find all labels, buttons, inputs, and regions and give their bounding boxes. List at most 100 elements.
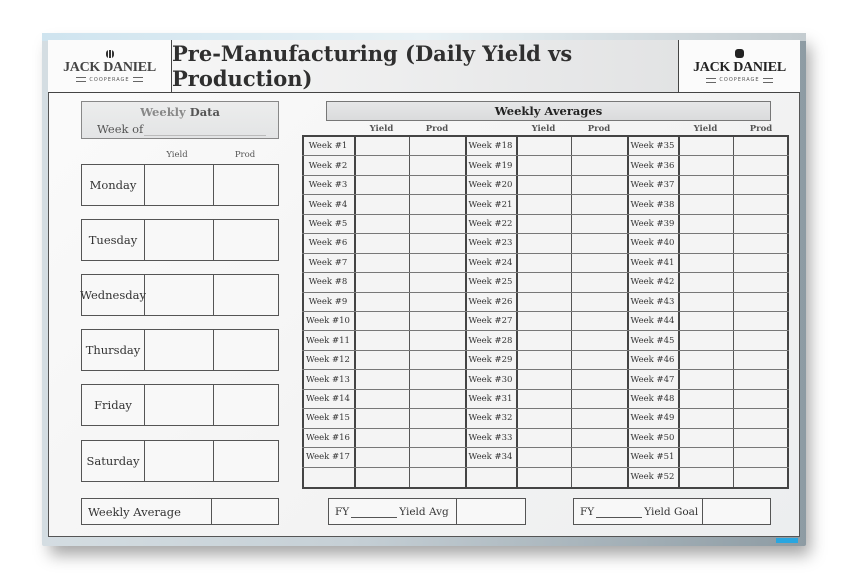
- week-prod-cell[interactable]: [571, 468, 627, 487]
- week-yield-cell[interactable]: [678, 448, 733, 468]
- week-yield-cell[interactable]: [516, 390, 571, 410]
- week-yield-cell[interactable]: [354, 293, 409, 312]
- week-prod-cell[interactable]: [409, 293, 465, 312]
- week-yield-cell[interactable]: [678, 390, 733, 410]
- day-prod-cell[interactable]: [214, 275, 278, 315]
- week-yield-cell[interactable]: [354, 137, 409, 157]
- week-prod-cell[interactable]: [733, 195, 789, 215]
- week-yield-cell[interactable]: [678, 195, 733, 215]
- week-yield-cell[interactable]: [678, 137, 733, 157]
- week-yield-cell[interactable]: [678, 156, 733, 176]
- week-yield-cell[interactable]: [678, 215, 733, 235]
- week-prod-cell[interactable]: [409, 254, 465, 274]
- week-prod-cell[interactable]: [409, 331, 465, 351]
- week-of-field[interactable]: [144, 135, 266, 136]
- week-yield-cell[interactable]: [678, 273, 733, 293]
- week-yield-cell[interactable]: [354, 176, 409, 196]
- week-yield-cell[interactable]: [516, 429, 571, 449]
- yield-avg-cell[interactable]: [457, 499, 525, 524]
- week-yield-cell[interactable]: [516, 156, 571, 176]
- week-yield-cell[interactable]: [354, 254, 409, 274]
- week-yield-cell[interactable]: [678, 409, 733, 429]
- week-yield-cell[interactable]: [516, 273, 571, 293]
- week-prod-cell[interactable]: [409, 390, 465, 410]
- week-yield-cell[interactable]: [678, 293, 733, 312]
- week-prod-cell[interactable]: [571, 429, 627, 449]
- week-prod-cell[interactable]: [733, 390, 789, 410]
- week-yield-cell[interactable]: [516, 331, 571, 351]
- week-prod-cell[interactable]: [571, 137, 627, 157]
- week-yield-cell[interactable]: [678, 312, 733, 332]
- week-prod-cell[interactable]: [571, 273, 627, 293]
- week-yield-cell[interactable]: [354, 215, 409, 235]
- week-yield-cell[interactable]: [354, 331, 409, 351]
- week-prod-cell[interactable]: [409, 195, 465, 215]
- fy-year-field[interactable]: [351, 506, 398, 518]
- week-prod-cell[interactable]: [571, 370, 627, 390]
- day-prod-cell[interactable]: [214, 165, 278, 205]
- week-yield-cell[interactable]: [354, 370, 409, 390]
- weekly-average-cell[interactable]: [212, 499, 278, 524]
- week-yield-cell[interactable]: [516, 448, 571, 468]
- week-prod-cell[interactable]: [571, 409, 627, 429]
- week-yield-cell[interactable]: [354, 468, 409, 487]
- week-prod-cell[interactable]: [409, 409, 465, 429]
- week-yield-cell[interactable]: [516, 370, 571, 390]
- day-prod-cell[interactable]: [214, 385, 278, 425]
- week-prod-cell[interactable]: [733, 468, 789, 487]
- week-prod-cell[interactable]: [733, 273, 789, 293]
- week-prod-cell[interactable]: [409, 273, 465, 293]
- day-yield-cell[interactable]: [145, 441, 214, 481]
- week-prod-cell[interactable]: [409, 234, 465, 254]
- week-yield-cell[interactable]: [516, 409, 571, 429]
- day-yield-cell[interactable]: [145, 165, 214, 205]
- week-prod-cell[interactable]: [733, 293, 789, 312]
- week-prod-cell[interactable]: [571, 312, 627, 332]
- week-prod-cell[interactable]: [409, 312, 465, 332]
- week-prod-cell[interactable]: [409, 351, 465, 371]
- day-yield-cell[interactable]: [145, 330, 214, 370]
- week-prod-cell[interactable]: [733, 137, 789, 157]
- week-prod-cell[interactable]: [409, 156, 465, 176]
- week-prod-cell[interactable]: [571, 331, 627, 351]
- week-yield-cell[interactable]: [354, 156, 409, 176]
- week-prod-cell[interactable]: [409, 429, 465, 449]
- fy-year-field[interactable]: [596, 506, 643, 518]
- week-yield-cell[interactable]: [516, 137, 571, 157]
- week-yield-cell[interactable]: [678, 254, 733, 274]
- week-yield-cell[interactable]: [354, 351, 409, 371]
- week-yield-cell[interactable]: [678, 234, 733, 254]
- week-prod-cell[interactable]: [409, 176, 465, 196]
- week-yield-cell[interactable]: [516, 234, 571, 254]
- week-yield-cell[interactable]: [516, 254, 571, 274]
- day-prod-cell[interactable]: [214, 330, 278, 370]
- week-prod-cell[interactable]: [733, 176, 789, 196]
- week-prod-cell[interactable]: [409, 370, 465, 390]
- week-prod-cell[interactable]: [409, 137, 465, 157]
- day-yield-cell[interactable]: [145, 275, 214, 315]
- week-yield-cell[interactable]: [678, 331, 733, 351]
- week-prod-cell[interactable]: [733, 448, 789, 468]
- week-prod-cell[interactable]: [733, 331, 789, 351]
- week-yield-cell[interactable]: [354, 409, 409, 429]
- week-prod-cell[interactable]: [571, 195, 627, 215]
- week-yield-cell[interactable]: [354, 312, 409, 332]
- week-prod-cell[interactable]: [733, 409, 789, 429]
- week-prod-cell[interactable]: [409, 448, 465, 468]
- day-yield-cell[interactable]: [145, 385, 214, 425]
- week-yield-cell[interactable]: [516, 215, 571, 235]
- week-yield-cell[interactable]: [516, 195, 571, 215]
- week-yield-cell[interactable]: [678, 176, 733, 196]
- week-yield-cell[interactable]: [678, 468, 733, 487]
- week-prod-cell[interactable]: [571, 156, 627, 176]
- week-prod-cell[interactable]: [733, 370, 789, 390]
- week-yield-cell[interactable]: [678, 351, 733, 371]
- week-yield-cell[interactable]: [354, 273, 409, 293]
- week-yield-cell[interactable]: [354, 448, 409, 468]
- yield-goal-cell[interactable]: [703, 499, 770, 524]
- week-yield-cell[interactable]: [516, 312, 571, 332]
- week-yield-cell[interactable]: [354, 429, 409, 449]
- week-prod-cell[interactable]: [733, 312, 789, 332]
- week-prod-cell[interactable]: [733, 156, 789, 176]
- week-prod-cell[interactable]: [571, 293, 627, 312]
